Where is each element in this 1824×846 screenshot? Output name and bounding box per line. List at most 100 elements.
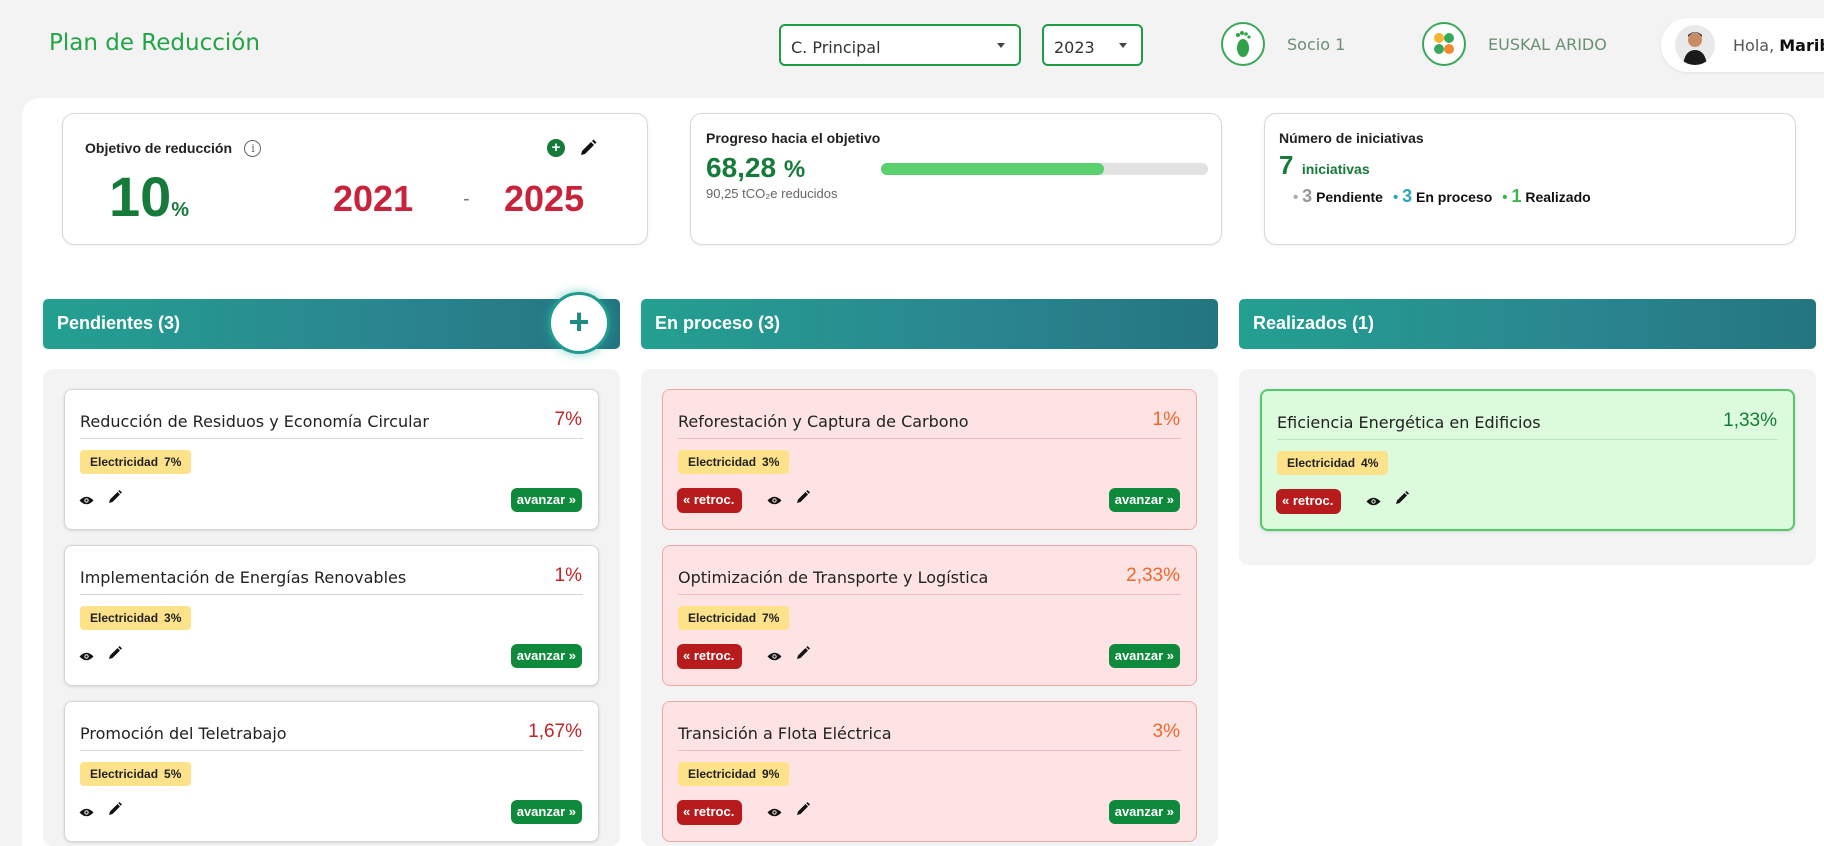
progress-label: Progreso hacia el objetivo	[706, 130, 881, 146]
pencil-icon[interactable]	[795, 801, 811, 822]
initiative-card[interactable]: Eficiencia Energética en Edificios 1,33%…	[1260, 389, 1795, 531]
category-tag: Electricidad 3%	[678, 450, 790, 474]
category-tag: Electricidad 9%	[678, 762, 790, 786]
chevron-down-icon	[1119, 43, 1127, 48]
eye-icon[interactable]	[1366, 494, 1381, 512]
pending-count: • 3 Pendiente	[1293, 186, 1383, 206]
objective-card: Objetivo de reducción i + 10% 2021 - 202…	[62, 113, 648, 245]
back-button[interactable]: « retroc.	[677, 800, 743, 825]
initiatives-label: Número de iniciativas	[1279, 130, 1424, 146]
progress-value: 68,28 %	[706, 152, 806, 183]
user-menu[interactable]: Hola, Maribe	[1661, 18, 1824, 72]
footprint-icon	[1221, 22, 1265, 66]
objective-value: 10%	[109, 165, 190, 228]
advance-button[interactable]: avanzar »	[510, 800, 582, 824]
chevrons-left-icon: «	[683, 648, 691, 663]
initiative-name: Reducción de Residuos y Economía Circula…	[80, 412, 429, 431]
back-button[interactable]: « retroc.	[1276, 489, 1342, 514]
divider	[678, 750, 1181, 751]
initiative-card[interactable]: Reducción de Residuos y Economía Circula…	[64, 389, 599, 530]
eye-icon[interactable]	[767, 493, 782, 511]
info-icon[interactable]: i	[244, 140, 262, 158]
initiatives-breakdown: • 3 Pendiente • 3 En proceso • 1 Realiza…	[1293, 186, 1591, 207]
pending-column-header: Pendientes (3)	[43, 299, 620, 349]
pencil-icon[interactable]	[107, 489, 123, 510]
objective-label: Objetivo de reducción	[85, 140, 233, 156]
avatar	[1675, 25, 1715, 65]
chevron-down-icon	[997, 43, 1005, 48]
partner-label: EUSKAL ARIDO	[1488, 34, 1607, 54]
eye-icon[interactable]	[79, 805, 94, 823]
initiative-name: Promoción del Teletrabajo	[80, 724, 287, 743]
initiatives-card: Número de iniciativas 7 iniciativas • 3 …	[1264, 113, 1796, 245]
initiative-pct: 1%	[554, 565, 582, 586]
initiative-name: Transición a Flota Eléctrica	[678, 724, 892, 743]
page-title: Plan de Reducción	[49, 30, 260, 56]
progress-bar-fill	[881, 163, 1105, 175]
initiative-name: Optimización de Transporte y Logística	[678, 568, 989, 587]
eye-icon[interactable]	[79, 649, 94, 667]
progress-card: Progreso hacia el objetivo 68,28 % 90,25…	[690, 113, 1222, 245]
initiative-card[interactable]: Transición a Flota Eléctrica 3% Electric…	[662, 701, 1197, 842]
chevrons-right-icon: »	[568, 648, 576, 663]
done-column-header: Realizados (1)	[1239, 299, 1816, 349]
eye-icon[interactable]	[79, 493, 94, 511]
process-column-header: En proceso (3)	[641, 299, 1218, 349]
chevrons-right-icon: »	[1166, 804, 1174, 819]
initiative-card[interactable]: Reforestación y Captura de Carbono 1% El…	[662, 389, 1197, 530]
initiative-pct: 2,33%	[1126, 565, 1180, 586]
category-tag: Electricidad 5%	[80, 762, 192, 786]
advance-button[interactable]: avanzar »	[1108, 644, 1180, 668]
chevrons-right-icon: »	[1166, 648, 1174, 663]
center-select[interactable]: C. Principal	[779, 24, 1021, 66]
initiative-card[interactable]: Optimización de Transporte y Logística 2…	[662, 545, 1197, 686]
process-count: • 3 En proceso	[1392, 186, 1493, 206]
pencil-icon[interactable]	[795, 489, 811, 510]
done-count: • 1 Realizado	[1502, 186, 1591, 206]
chevrons-left-icon: «	[683, 492, 691, 507]
year-select-value: 2023	[1054, 38, 1095, 57]
pencil-icon[interactable]	[795, 645, 811, 666]
company-logo	[1422, 22, 1466, 66]
partner-socio1[interactable]: Socio 1	[1221, 22, 1345, 66]
initiative-name: Reforestación y Captura de Carbono	[678, 412, 969, 431]
category-tag: Electricidad 4%	[1277, 451, 1389, 475]
initiative-card[interactable]: Promoción del Teletrabajo 1,67% Electric…	[64, 701, 599, 842]
progress-bar	[881, 163, 1208, 175]
advance-button[interactable]: avanzar »	[1108, 488, 1180, 512]
initiative-pct: 1%	[1152, 409, 1180, 430]
chevrons-left-icon: «	[1282, 493, 1290, 508]
year-select[interactable]: 2023	[1042, 24, 1143, 66]
add-objective-icon[interactable]: +	[547, 139, 565, 157]
pencil-icon[interactable]	[107, 645, 123, 666]
advance-button[interactable]: avanzar »	[510, 644, 582, 668]
center-select-value: C. Principal	[791, 38, 881, 57]
edit-objective-icon[interactable]	[578, 138, 598, 158]
initiative-pct: 1,67%	[528, 721, 582, 742]
pencil-icon[interactable]	[1394, 490, 1410, 511]
eye-icon[interactable]	[767, 805, 782, 823]
chevrons-left-icon: «	[683, 804, 691, 819]
advance-button[interactable]: avanzar »	[1108, 800, 1180, 824]
divider	[80, 438, 583, 439]
add-initiative-button[interactable]: +	[548, 292, 610, 354]
divider	[1277, 439, 1778, 440]
divider	[678, 594, 1181, 595]
advance-button[interactable]: avanzar »	[510, 488, 582, 512]
eye-icon[interactable]	[767, 649, 782, 667]
top-bar: Plan de Reducción C. Principal 2023 Soci…	[0, 0, 1824, 96]
category-tag: Electricidad 7%	[80, 450, 192, 474]
back-button[interactable]: « retroc.	[677, 488, 743, 513]
user-greeting: Hola, Maribe	[1733, 35, 1824, 55]
divider	[80, 750, 583, 751]
initiative-card[interactable]: Implementación de Energías Renovables 1%…	[64, 545, 599, 686]
partner-label: Socio 1	[1287, 34, 1346, 54]
pencil-icon[interactable]	[107, 801, 123, 822]
back-button[interactable]: « retroc.	[677, 644, 743, 669]
initiative-pct: 3%	[1152, 721, 1180, 742]
chevrons-right-icon: »	[568, 492, 576, 507]
partner-company[interactable]: EUSKAL ARIDO	[1422, 22, 1607, 66]
divider	[80, 594, 583, 595]
year-separator: -	[463, 188, 470, 210]
end-year: 2025	[504, 178, 585, 219]
